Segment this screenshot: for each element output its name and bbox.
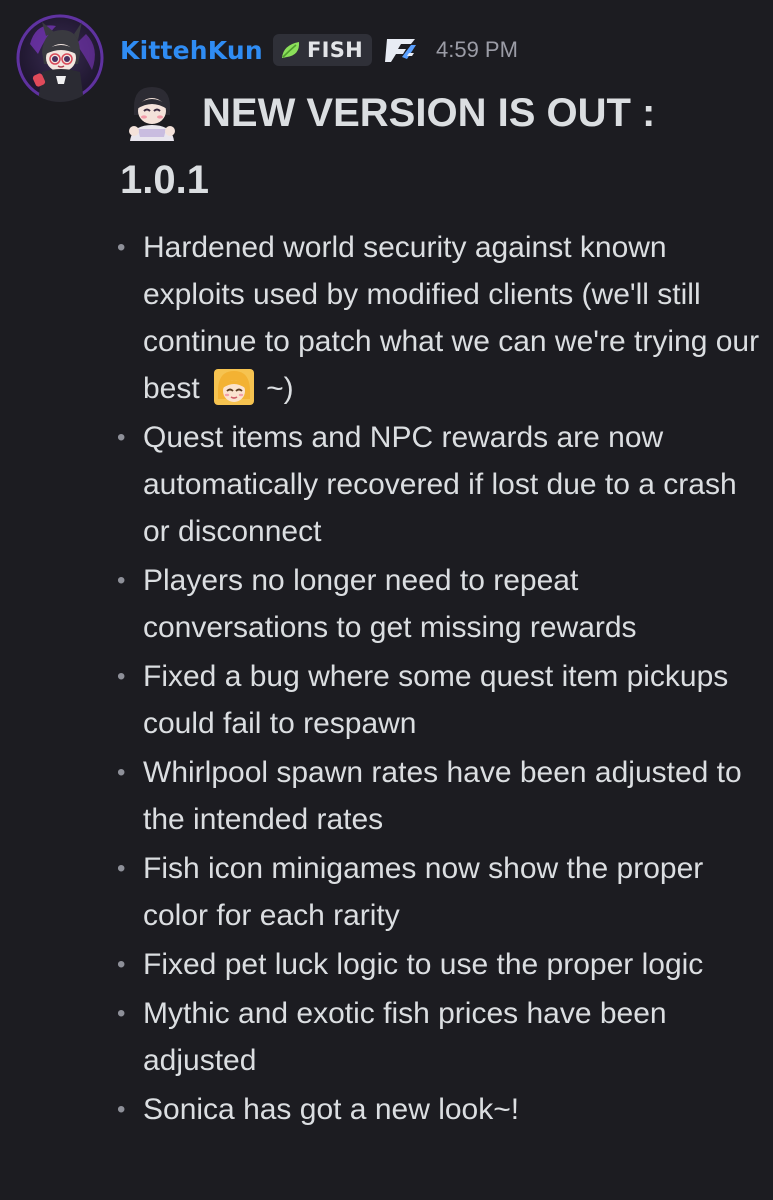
list-item: • Players no longer need to repeat conve…	[114, 557, 764, 651]
list-item: • Sonica has got a new look~!	[114, 1086, 764, 1133]
bullet: •	[117, 234, 126, 261]
bullet: •	[117, 1000, 126, 1027]
username[interactable]: KittehKun	[120, 36, 263, 65]
list-item-text: Mythic and exotic fish prices have been …	[143, 997, 667, 1077]
message-header: KittehKun FISH 4:59 PM	[120, 30, 518, 70]
list-item-text: Fish icon minigames now show the proper …	[143, 852, 704, 932]
bullet: •	[117, 855, 126, 882]
server-tag-label: FISH	[306, 38, 363, 62]
list-item-text: Quest items and NPC rewards are now auto…	[143, 421, 737, 548]
bullet: •	[117, 759, 126, 786]
list-item: • Fish icon minigames now show the prope…	[114, 845, 764, 939]
version-heading-text: NEW VERSION IS OUT : 1.0.1	[120, 91, 656, 202]
game-logo-icon[interactable]	[384, 35, 418, 65]
message-heading: NEW VERSION IS OUT : 1.0.1	[120, 80, 740, 214]
character-emoji-icon	[120, 81, 184, 142]
list-item: • Fixed a bug where some quest item pick…	[114, 653, 764, 747]
changelog-list: • Hardened world security against known …	[114, 224, 764, 1135]
list-item-suffix: ~)	[266, 372, 294, 405]
bullet: •	[117, 567, 126, 594]
leaf-icon	[281, 42, 300, 58]
list-item: • Whirlpool spawn rates have been adjust…	[114, 749, 764, 843]
list-item-text: Fixed pet luck logic to use the proper l…	[143, 948, 704, 981]
list-item-text: Sonica has got a new look~!	[143, 1093, 520, 1126]
message-timestamp: 4:59 PM	[436, 37, 518, 62]
list-item: • Hardened world security against known …	[114, 224, 764, 412]
bullet: •	[117, 951, 126, 978]
list-item-text: Players no longer need to repeat convers…	[143, 564, 637, 644]
list-item-text: Fixed a bug where some quest item pickup…	[143, 660, 729, 740]
list-item: • Quest items and NPC rewards are now au…	[114, 414, 764, 555]
bullet: •	[117, 663, 126, 690]
list-item: • Mythic and exotic fish prices have bee…	[114, 990, 764, 1084]
bullet: •	[117, 1096, 126, 1123]
smiling-girl-emoji-icon	[212, 367, 256, 407]
list-item: • Fixed pet luck logic to use the proper…	[114, 941, 764, 988]
avatar[interactable]	[16, 14, 104, 102]
list-item-text: Whirlpool spawn rates have been adjusted…	[143, 756, 742, 836]
server-tag-badge[interactable]: FISH	[272, 34, 372, 66]
avatar-icon	[16, 14, 104, 102]
chat-message: KittehKun FISH 4:59 PM NEW VERSION IS OU…	[0, 0, 773, 1200]
bullet: •	[117, 424, 126, 451]
